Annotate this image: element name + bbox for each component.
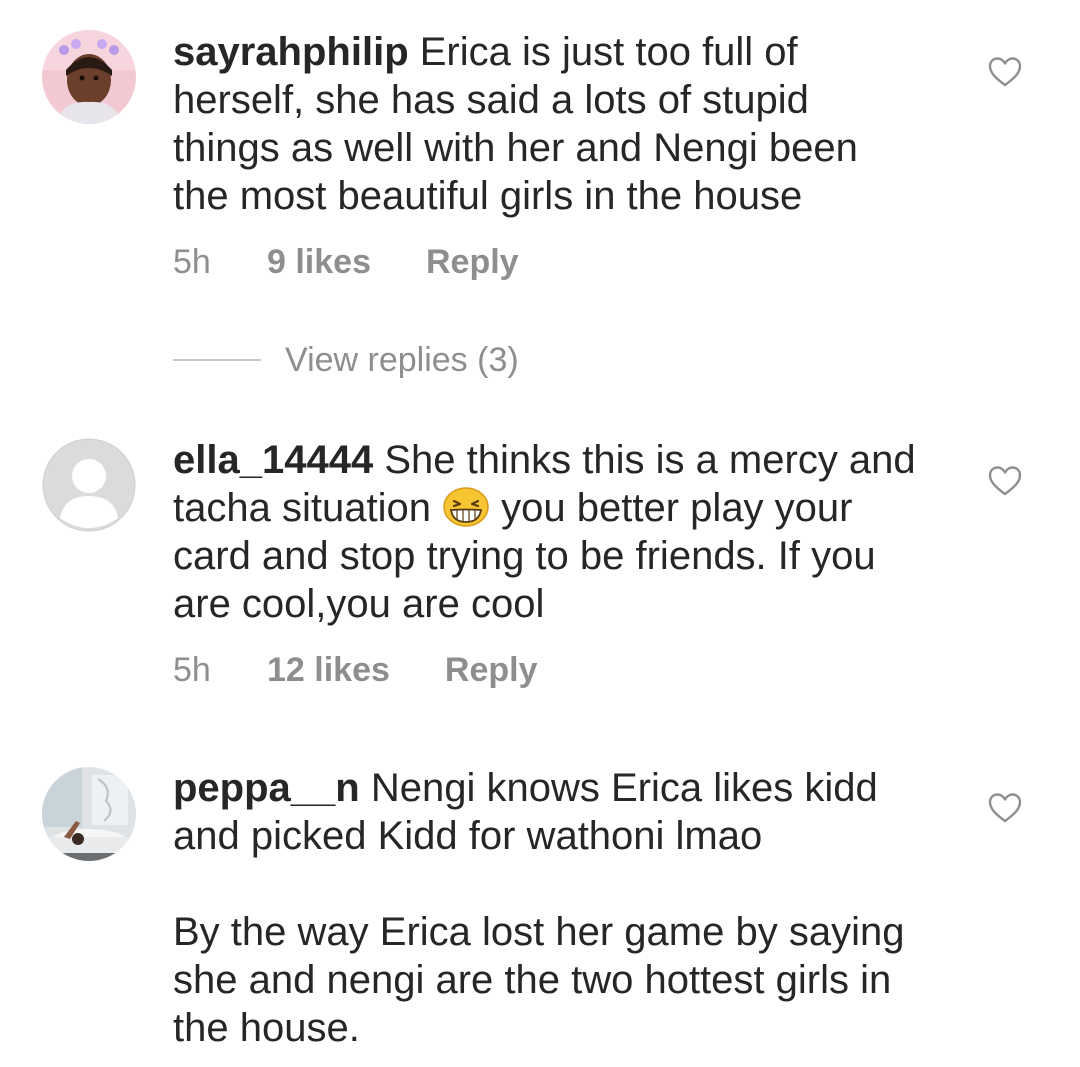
bath-photo-avatar-icon	[42, 767, 136, 861]
view-replies-divider	[173, 359, 261, 361]
view-replies-label: View replies (3)	[285, 340, 519, 379]
comment-text-line: things as well with her and Nengi been	[173, 126, 858, 170]
heart-outline-icon	[988, 57, 1022, 87]
heart-outline-icon	[988, 793, 1022, 823]
avatar-sayrahphilip[interactable]	[42, 30, 136, 124]
profile-photo-avatar-icon	[42, 30, 136, 124]
comment-text-line: She thinks this is a mercy and	[373, 438, 916, 482]
comment-text-line: Erica is just too full of	[408, 30, 798, 74]
avatar-peppa__n[interactable]	[42, 767, 136, 861]
avatar-ella_14444[interactable]	[42, 438, 136, 532]
comment-text-line: the most beautiful girls in the house	[173, 174, 803, 218]
heart-outline-icon	[988, 466, 1022, 496]
comment-text-line: the house.	[173, 1006, 360, 1050]
comment-username[interactable]: sayrahphilip	[173, 30, 409, 74]
comment-text-fragment: you better play your	[490, 486, 853, 530]
comment-username[interactable]: ella_14444	[173, 438, 373, 482]
comment-meta: 5h 9 likes Reply	[173, 242, 519, 282]
grinning-squinting-face-emoji-icon	[442, 487, 490, 527]
comment-text: peppa__n Nengi knows Erica likes kidd an…	[173, 764, 963, 1052]
comment-meta: 5h 12 likes Reply	[173, 650, 537, 690]
like-heart-icon[interactable]	[988, 465, 1022, 497]
view-replies-button[interactable]: View replies (3)	[173, 338, 519, 382]
reply-button[interactable]: Reply	[445, 651, 538, 690]
comment-text-line: herself, she has said a lots of stupid	[173, 78, 809, 122]
like-heart-icon[interactable]	[988, 792, 1022, 824]
like-heart-icon[interactable]	[988, 56, 1022, 88]
default-user-avatar-icon	[42, 438, 136, 532]
likes-count-button[interactable]: 9 likes	[267, 243, 371, 282]
comment-text: ella_14444 She thinks this is a mercy an…	[173, 436, 963, 628]
comment-text-line: card and stop trying to be friends. If y…	[173, 534, 876, 578]
comment-text-line: Nengi knows Erica likes kidd	[359, 766, 878, 810]
reply-button[interactable]: Reply	[426, 243, 519, 282]
comment-text: sayrahphilip Erica is just too full of h…	[173, 28, 963, 220]
comment-text-fragment: tacha situation	[173, 486, 443, 530]
comment-text-line: she and nengi are the two hottest girls …	[173, 958, 892, 1002]
comment-username[interactable]: peppa__n	[173, 766, 360, 810]
comment-text-line: and picked Kidd for wathoni lmao	[173, 814, 763, 858]
comment-text-line: are cool,you are cool	[173, 582, 545, 626]
likes-count-button[interactable]: 12 likes	[267, 651, 390, 690]
comment-time: 5h	[173, 242, 211, 281]
comment-text-line: By the way Erica lost her game by saying	[173, 910, 905, 954]
comment-time: 5h	[173, 650, 211, 689]
